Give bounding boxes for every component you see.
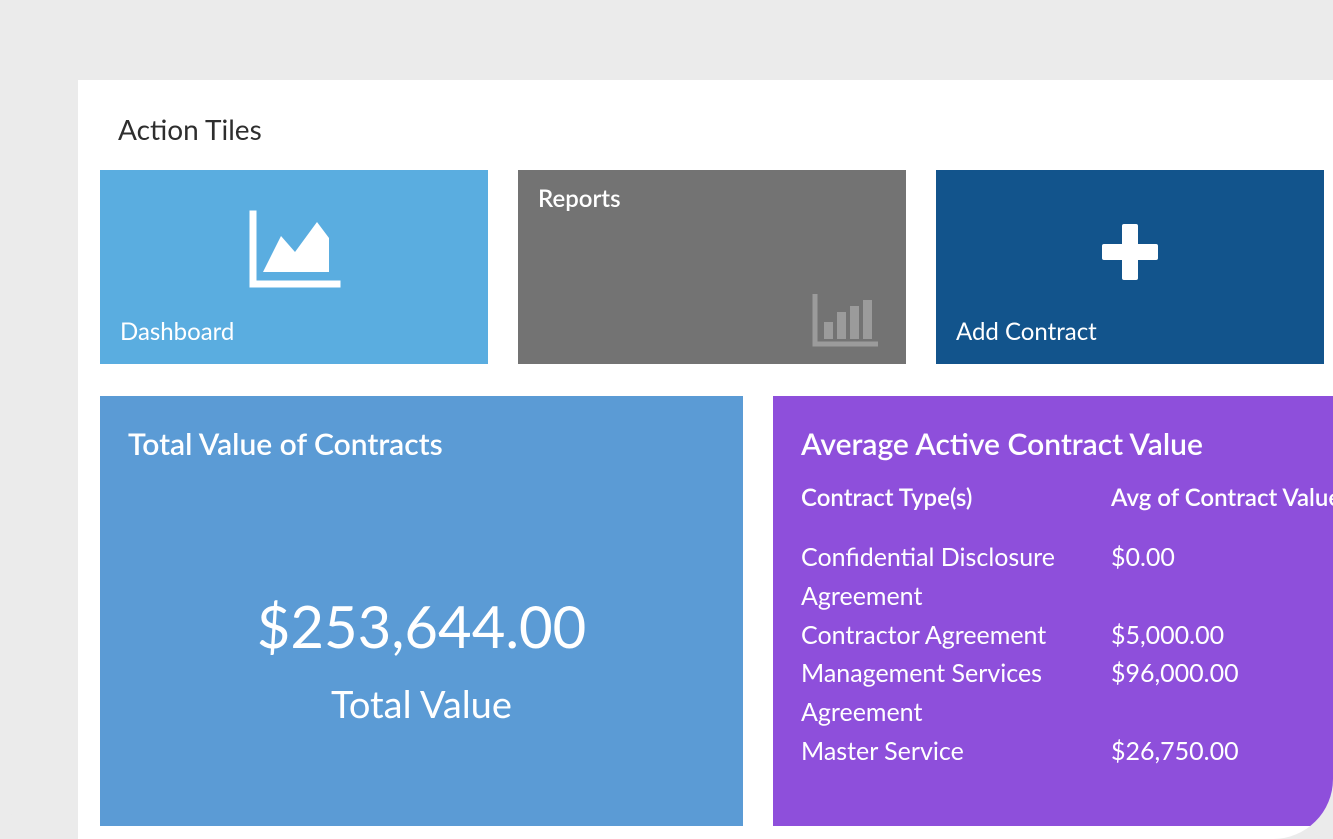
avg-value-title: Average Active Contract Value: [801, 426, 1305, 462]
total-value-card: Total Value of Contracts $253,644.00 Tot…: [100, 396, 743, 826]
row-value: $96,000.00: [1111, 654, 1305, 732]
row-type: Confidential Disclosure Agreement: [801, 538, 1111, 616]
row-value: $0.00: [1111, 538, 1305, 616]
avg-table-body: Confidential Disclosure Agreement $0.00 …: [801, 538, 1305, 771]
total-value-label: Total Value: [128, 681, 715, 727]
avg-value-card: Average Active Contract Value Contract T…: [773, 396, 1333, 826]
reports-tile[interactable]: Reports: [518, 170, 906, 364]
row-type: Master Service: [801, 732, 1111, 771]
row-type: Management Services Agreement: [801, 654, 1111, 732]
table-row: Confidential Disclosure Agreement $0.00: [801, 538, 1305, 616]
add-contract-tile-label: Add Contract: [956, 317, 1097, 346]
plus-icon: [1098, 220, 1162, 284]
total-value-title: Total Value of Contracts: [128, 426, 715, 462]
bar-chart-icon: [812, 294, 878, 348]
table-row: Contractor Agreement $5,000.00: [801, 616, 1305, 655]
add-contract-tile[interactable]: Add Contract: [936, 170, 1324, 364]
total-value-amount: $253,644.00: [128, 592, 715, 661]
area-chart-icon: [247, 210, 341, 294]
section-title: Action Tiles: [78, 80, 1333, 170]
row-type: Contractor Agreement: [801, 616, 1111, 655]
dashboard-tile-label: Dashboard: [120, 317, 234, 346]
column-header-type: Contract Type(s): [801, 480, 1111, 516]
dashboard-panel: Action Tiles Dashboard Reports: [78, 80, 1333, 839]
column-header-value: Avg of Contract Value: [1111, 480, 1333, 516]
reports-tile-label: Reports: [538, 184, 886, 213]
table-row: Management Services Agreement $96,000.00: [801, 654, 1305, 732]
outer-frame: Action Tiles Dashboard Reports: [0, 0, 1333, 839]
action-tiles-row: Dashboard Reports: [78, 170, 1333, 364]
row-value: $5,000.00: [1111, 616, 1305, 655]
avg-table-header: Contract Type(s) Avg of Contract Value: [801, 480, 1305, 516]
dashboard-tile[interactable]: Dashboard: [100, 170, 488, 364]
row-value: $26,750.00: [1111, 732, 1305, 771]
table-row: Master Service $26,750.00: [801, 732, 1305, 771]
stats-cards-row: Total Value of Contracts $253,644.00 Tot…: [78, 364, 1333, 826]
